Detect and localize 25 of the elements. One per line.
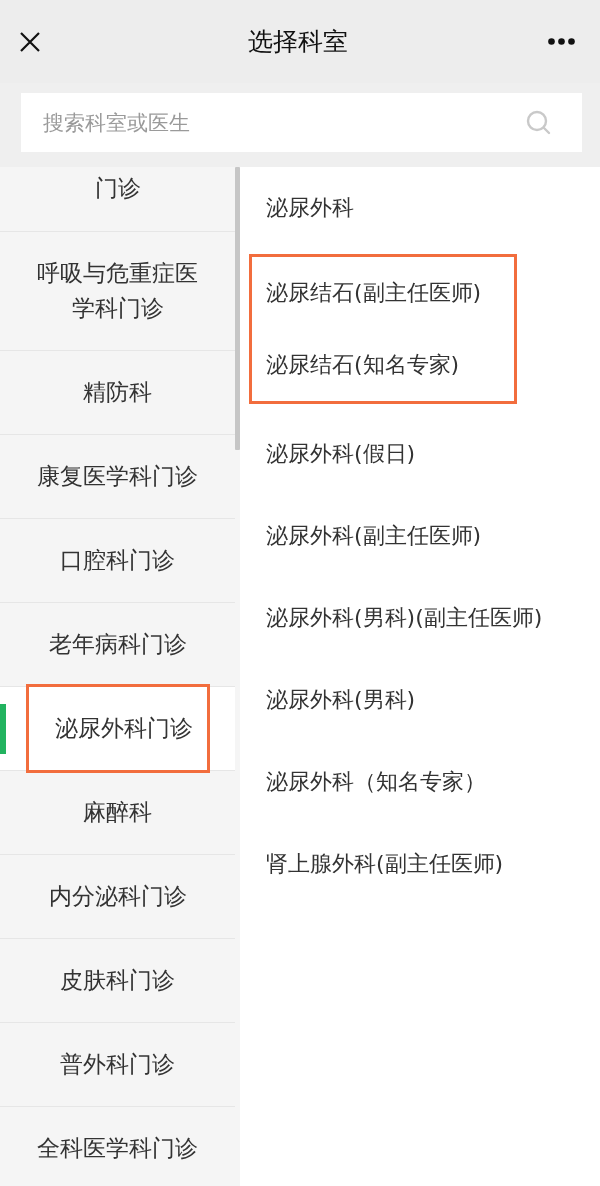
clinic-item[interactable]: 泌尿外科 (240, 167, 600, 249)
department-item[interactable]: 皮肤科门诊 (0, 939, 235, 1023)
search-bar[interactable]: 搜索科室或医生 (21, 93, 582, 152)
department-item[interactable]: 内分泌科门诊 (0, 855, 235, 939)
department-item[interactable]: 口腔科门诊 (0, 519, 235, 603)
clinic-item[interactable]: 泌尿结石(知名专家) (252, 329, 514, 401)
page-title: 选择科室 (247, 26, 348, 57)
department-item[interactable]: 全科医学科门诊 (0, 1107, 235, 1186)
department-item[interactable]: 泌尿外科门诊 (0, 687, 235, 771)
department-label: 泌尿外科门诊 (54, 714, 193, 743)
selection-indicator (0, 704, 6, 754)
clinic-item[interactable]: 泌尿结石(副主任医师) (252, 257, 514, 329)
department-item[interactable]: 麻醉科 (0, 771, 235, 855)
search-input[interactable]: 搜索科室或医生 (43, 110, 514, 135)
department-item[interactable]: 康复医学科门诊 (0, 435, 235, 519)
more-icon[interactable] (548, 38, 575, 45)
clinic-item[interactable]: 泌尿外科(假日) (240, 413, 600, 495)
clinic-item[interactable]: 泌尿外科（知名专家） (240, 741, 600, 823)
scrollbar[interactable] (235, 167, 240, 450)
close-icon[interactable] (20, 31, 40, 52)
clinic-item[interactable]: 泌尿外科(副主任医师) (240, 495, 600, 577)
department-item[interactable]: 普外科门诊 (0, 1023, 235, 1107)
clinic-item[interactable]: 泌尿外科(男科) (240, 659, 600, 741)
clinic-item[interactable]: 泌尿外科(男科)(副主任医师) (240, 577, 600, 659)
clinic-item[interactable]: 肾上腺外科(副主任医师) (240, 823, 600, 905)
